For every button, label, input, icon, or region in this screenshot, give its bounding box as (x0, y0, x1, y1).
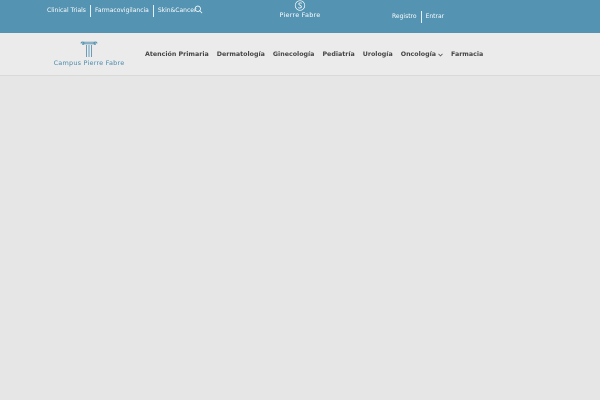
top-link-clinical-trials[interactable]: Clinical Trials (47, 5, 90, 17)
top-link-farmacovigilancia[interactable]: Farmacovigilancia (91, 5, 153, 17)
menu-item-label: Oncología (400, 51, 437, 58)
pierre-fabre-mark-icon (294, 0, 306, 11)
campus-column-icon (80, 41, 98, 57)
menu-item-label: Farmacia (451, 51, 484, 58)
page-content (0, 77, 600, 400)
divider (420, 10, 422, 23)
menu-item-label: Urología (362, 51, 393, 58)
main-navbar: Campus Pierre Fabre Atención Primaria De… (0, 33, 600, 76)
menu-item-label: Atención Primaria (145, 51, 209, 58)
account-links: Registro Entrar (392, 10, 449, 23)
brand-name: Pierre Fabre (279, 11, 321, 19)
menu-item-oncologia[interactable]: Oncología (401, 50, 443, 60)
divider (89, 5, 91, 17)
menu-item-atencion-primaria[interactable]: Atención Primaria (145, 50, 209, 60)
menu-item-ginecologia[interactable]: Ginecología (273, 50, 315, 60)
divider (152, 5, 154, 17)
pierre-fabre-brand[interactable]: Pierre Fabre (270, 0, 330, 20)
menu-item-label: Pediatría (322, 51, 355, 58)
login-link[interactable]: Entrar (422, 11, 449, 22)
chevron-down-icon (438, 53, 443, 57)
campus-logo[interactable]: Campus Pierre Fabre (47, 41, 131, 69)
menu-item-label: Dermatología (216, 51, 265, 58)
menu-item-dermatologia[interactable]: Dermatología (217, 50, 265, 60)
top-links: Clinical Trials Farmacovigilancia Skin&C… (47, 5, 200, 17)
menu-item-label: Ginecología (272, 51, 315, 58)
main-menu: Atención Primaria Dermatología Ginecolog… (145, 50, 491, 60)
logo-text: Campus Pierre Fabre (53, 59, 125, 67)
register-link[interactable]: Registro (392, 11, 421, 22)
menu-item-farmacia[interactable]: Farmacia (451, 50, 483, 60)
menu-item-urologia[interactable]: Urología (363, 50, 393, 60)
menu-item-pediatria[interactable]: Pediatría (322, 50, 354, 60)
search-icon[interactable] (194, 5, 203, 14)
top-bar: Clinical Trials Farmacovigilancia Skin&C… (0, 0, 600, 33)
